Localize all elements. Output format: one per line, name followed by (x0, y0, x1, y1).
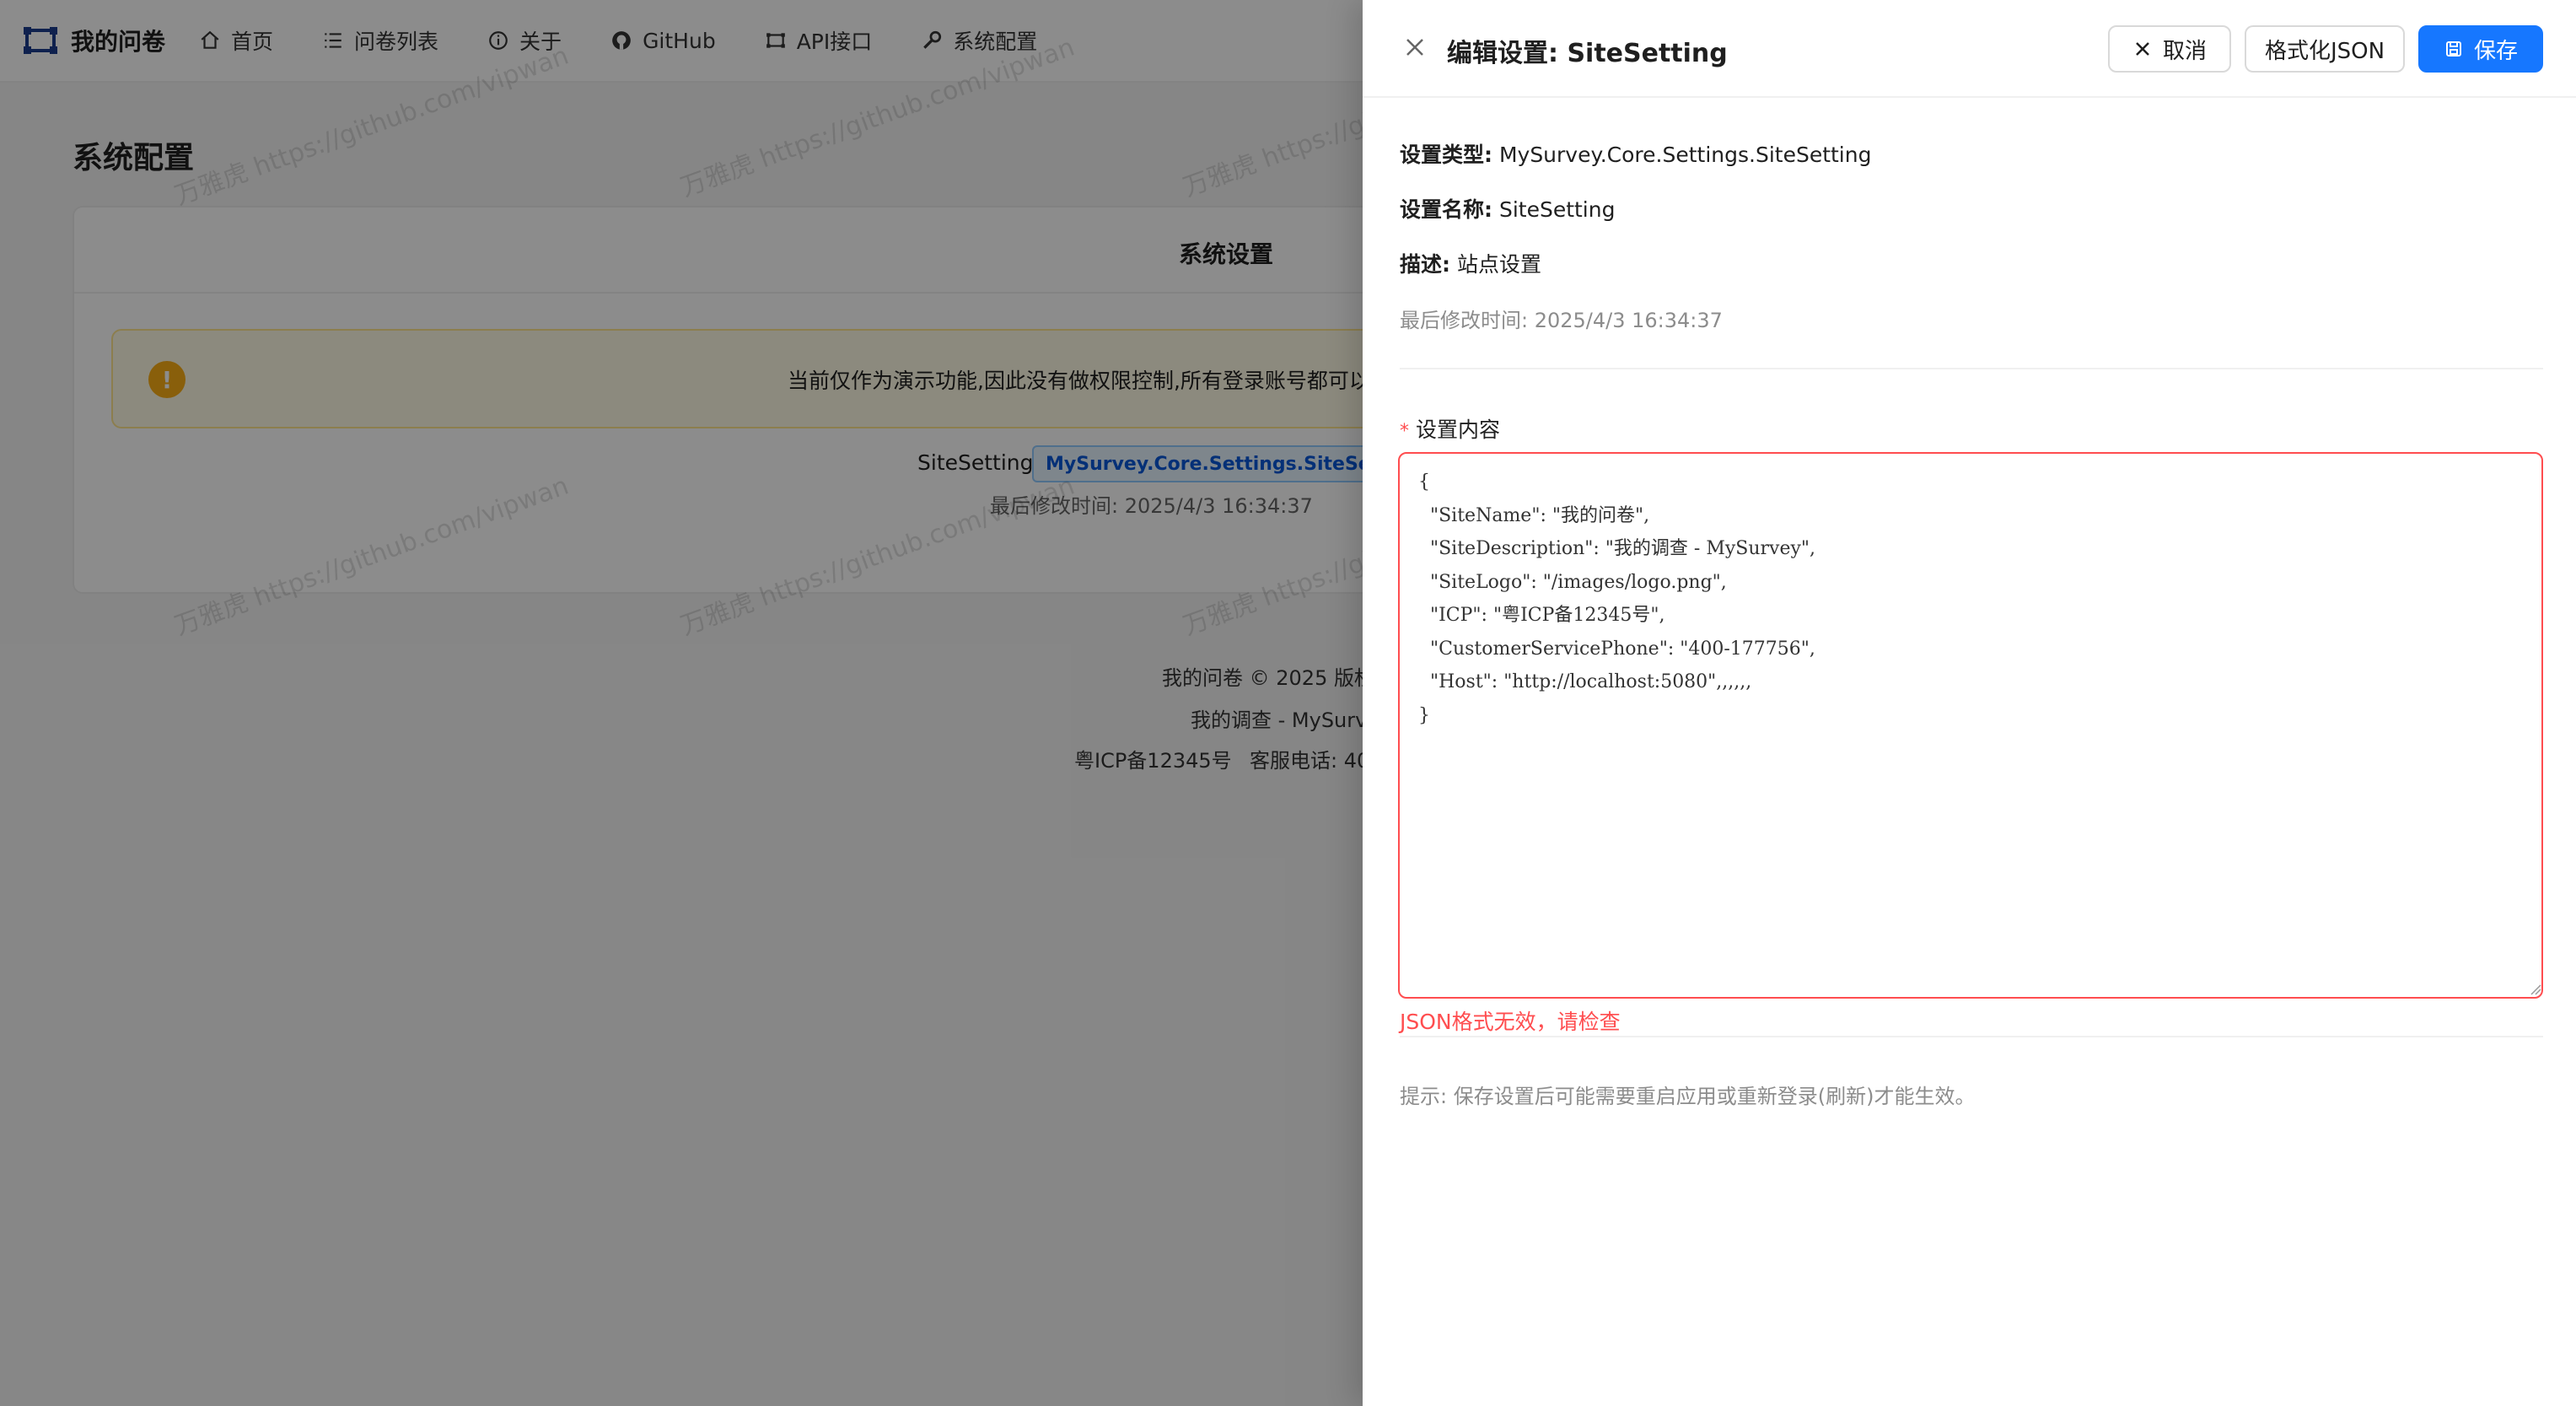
close-icon (2136, 42, 2149, 56)
setting-name-line: 设置名称: SiteSetting (1400, 193, 1615, 224)
save-icon (2445, 41, 2461, 57)
content-field-label: * 设置内容 (1400, 413, 1500, 444)
setting-type-value: MySurvey.Core.Settings.SiteSetting (1498, 143, 1872, 167)
setting-name-value: SiteSetting (1498, 197, 1616, 222)
json-error-message: JSON格式无效，请检查 (1400, 1010, 1621, 1034)
json-content-editor[interactable]: { "SiteName": "我的问卷", "SiteDescription":… (1398, 452, 2543, 999)
content-field-label-text: 设置内容 (1416, 417, 1501, 442)
close-icon[interactable] (1401, 34, 1428, 61)
drawer-header: 编辑设置: SiteSetting 取消 格式化JSON 保存 (1363, 0, 2576, 98)
save-hint: 提示: 保存设置后可能需要重启应用或重新登录(刷新)才能生效。 (1400, 1085, 1976, 1108)
cancel-button[interactable]: 取消 (2108, 25, 2231, 73)
save-button[interactable]: 保存 (2418, 25, 2543, 73)
setting-name-label: 设置名称: (1400, 197, 1492, 222)
setting-desc-value: 站点设置 (1456, 252, 1541, 277)
required-asterisk: * (1400, 421, 1409, 442)
drawer-title: 编辑设置: SiteSetting (1447, 39, 1728, 68)
format-json-label: 格式化JSON (2264, 38, 2385, 64)
setting-modified-time: 最后修改时间: 2025/4/3 16:34:37 (1400, 309, 1723, 332)
setting-desc-line: 描述: 站点设置 (1400, 248, 1541, 278)
cancel-label: 取消 (2162, 38, 2207, 64)
resize-handle-icon[interactable] (2530, 983, 2541, 995)
format-json-button[interactable]: 格式化JSON (2245, 25, 2405, 73)
edit-setting-drawer: 编辑设置: SiteSetting 取消 格式化JSON 保存 设置类型: My… (1363, 0, 2576, 1406)
setting-type-label: 设置类型: (1400, 143, 1492, 167)
divider (1400, 1036, 2543, 1037)
save-label: 保存 (2473, 38, 2518, 64)
divider (1400, 368, 2543, 369)
setting-type-line: 设置类型: MySurvey.Core.Settings.SiteSetting (1400, 138, 1871, 169)
setting-desc-label: 描述: (1400, 252, 1450, 277)
